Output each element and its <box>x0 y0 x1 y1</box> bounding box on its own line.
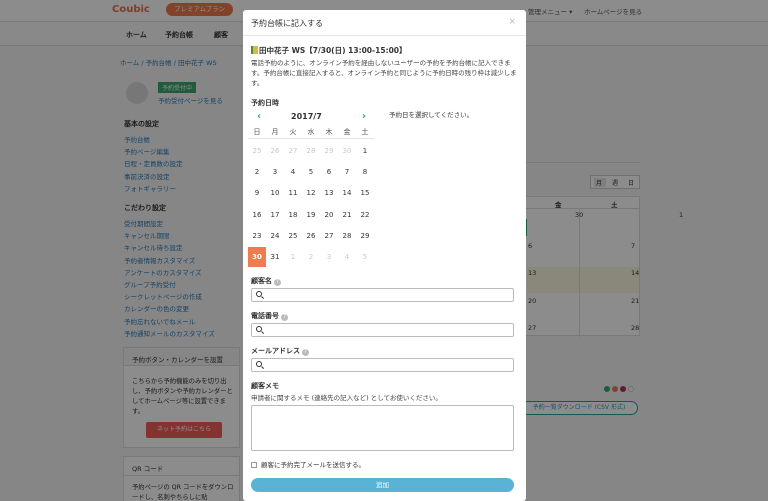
date-cell[interactable]: 23 <box>248 226 266 246</box>
reservation-modal: 予約台帳に記入する × 田中花子 WS【7/30(日) 13:00-15:00】… <box>243 10 526 501</box>
weekday-header: 火 <box>289 128 297 136</box>
phone-input[interactable] <box>251 323 514 337</box>
name-label: 顧客名? <box>251 276 281 286</box>
close-icon[interactable]: × <box>508 17 516 27</box>
weekday-header: 木 <box>325 128 333 136</box>
date-cell[interactable]: 9 <box>248 183 266 203</box>
modal-title: 予約台帳に記入する <box>251 19 323 28</box>
weekday-header: 月 <box>271 128 279 136</box>
date-cell: 29 <box>324 147 334 155</box>
date-cell: 25 <box>252 147 262 155</box>
pick-date-text: 予約日を選択してください。 <box>389 111 474 119</box>
date-cell[interactable]: 3 <box>266 162 284 182</box>
next-month-icon[interactable]: › <box>362 111 366 122</box>
phone-label: 電話番号? <box>251 311 288 321</box>
month-title: 2017/7 <box>291 112 322 121</box>
date-cell: 27 <box>288 147 298 155</box>
date-cell[interactable]: 1 <box>356 141 374 161</box>
date-cell[interactable]: 4 <box>284 162 302 182</box>
search-icon <box>256 326 262 332</box>
date-cell: 28 <box>306 147 316 155</box>
date-cell: 30 <box>342 147 352 155</box>
date-cell: 26 <box>270 147 280 155</box>
date-cell: 2 <box>308 253 314 261</box>
date-cell[interactable]: 6 <box>320 162 338 182</box>
email-input[interactable] <box>251 358 514 372</box>
event-title: 田中花子 WS【7/30(日) 13:00-15:00】 <box>259 46 407 55</box>
help-icon[interactable]: ? <box>281 314 288 321</box>
date-cell[interactable]: 15 <box>356 183 374 203</box>
add-button[interactable]: 追加 <box>251 478 514 492</box>
selected-date[interactable]: 30 <box>248 247 266 267</box>
search-icon <box>256 291 262 297</box>
event-icon <box>251 46 258 54</box>
memo-help: 申請者に関するメモ (連絡先の記入など) としてお使いください。 <box>251 394 442 402</box>
date-cell: 5 <box>362 253 368 261</box>
help-icon[interactable]: ? <box>274 279 281 286</box>
date-label: 予約日時 <box>251 99 279 107</box>
date-cell[interactable]: 12 <box>302 183 320 203</box>
date-cell[interactable]: 21 <box>338 205 356 225</box>
date-cell[interactable]: 20 <box>320 205 338 225</box>
date-cell[interactable]: 27 <box>320 226 338 246</box>
date-cell[interactable]: 18 <box>284 205 302 225</box>
weekday-header: 金 <box>343 128 351 136</box>
email-label: メールアドレス? <box>251 346 309 356</box>
date-cell: 1 <box>290 253 296 261</box>
date-cell[interactable]: 29 <box>356 226 374 246</box>
event-heading: 田中花子 WS【7/30(日) 13:00-15:00】 <box>251 45 407 56</box>
date-cell[interactable]: 28 <box>338 226 356 246</box>
date-cell[interactable]: 14 <box>338 183 356 203</box>
date-cell[interactable]: 24 <box>266 226 284 246</box>
date-cell[interactable]: 7 <box>338 162 356 182</box>
send-mail-label: 顧客に予約完了メールを送信する。 <box>261 461 365 469</box>
weekday-header: 日 <box>253 128 261 136</box>
memo-label: 顧客メモ <box>251 382 279 390</box>
date-cell[interactable]: 10 <box>266 183 284 203</box>
weekday-header: 水 <box>307 128 315 136</box>
memo-textarea[interactable] <box>251 405 514 451</box>
modal-description: 電話予約のように、オンライン予約を経由しないユーザーの予約を予約台帳に記入できま… <box>251 59 517 87</box>
date-cell[interactable]: 13 <box>320 183 338 203</box>
date-cell[interactable]: 26 <box>302 226 320 246</box>
checkbox-icon[interactable] <box>251 462 257 468</box>
name-input[interactable] <box>251 288 514 302</box>
date-cell: 3 <box>326 253 332 261</box>
date-cell[interactable]: 19 <box>302 205 320 225</box>
date-cell: 4 <box>344 253 350 261</box>
date-cell[interactable]: 2 <box>248 162 266 182</box>
date-cell[interactable]: 16 <box>248 205 266 225</box>
date-cell[interactable]: 31 <box>266 247 284 267</box>
date-cell[interactable]: 17 <box>266 205 284 225</box>
modal-header: 予約台帳に記入する × <box>243 10 526 36</box>
weekday-header: 土 <box>361 128 369 136</box>
date-cell[interactable]: 8 <box>356 162 374 182</box>
date-cell[interactable]: 11 <box>284 183 302 203</box>
date-cell[interactable]: 22 <box>356 205 374 225</box>
send-mail-checkbox[interactable]: 顧客に予約完了メールを送信する。 <box>251 459 365 469</box>
search-icon <box>256 361 262 367</box>
date-cell[interactable]: 25 <box>284 226 302 246</box>
date-cell[interactable]: 5 <box>302 162 320 182</box>
prev-month-icon[interactable]: ‹ <box>257 111 261 122</box>
help-icon[interactable]: ? <box>302 349 309 356</box>
